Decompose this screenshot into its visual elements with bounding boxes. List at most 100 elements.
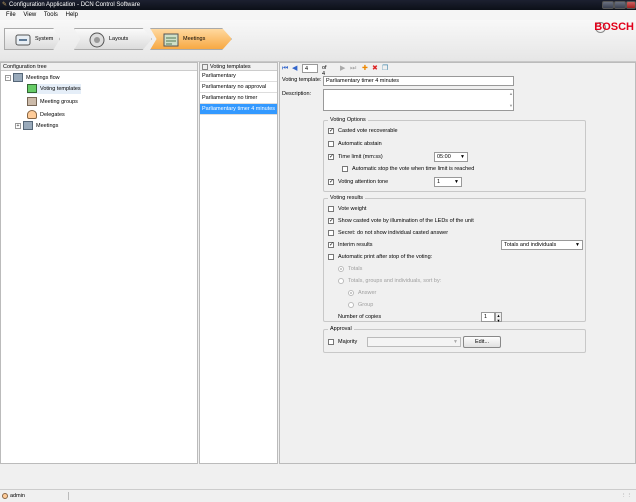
vote-weight-label: Vote weight (338, 206, 367, 212)
nav-meetings-label: Meetings (183, 36, 206, 42)
majority-dropdown[interactable]: ▼ (367, 337, 461, 347)
status-user: admin (10, 493, 25, 499)
first-record-icon[interactable]: ⏮ (282, 65, 288, 73)
voting-icon (27, 84, 37, 94)
menu-view[interactable]: View (23, 12, 36, 18)
menu-bar: File View Tools Help (0, 10, 636, 20)
group-radio-label: Group (358, 302, 374, 308)
voting-templates-panel: Voting templates Parliamentary Parliamen… (199, 62, 278, 464)
menu-file[interactable]: File (6, 12, 16, 18)
tree-item-meetings[interactable]: Meetings (23, 121, 58, 131)
answer-radio-label: Answer (358, 290, 377, 296)
attention-tone-checkbox[interactable]: ✓ (328, 179, 334, 185)
scroll-down-icon[interactable]: ▼ (509, 103, 513, 108)
secret-checkbox[interactable] (328, 230, 334, 236)
time-limit-value: 05:00 (437, 154, 451, 160)
configuration-tree-panel: Configuration tree − Meetings flow Votin… (0, 62, 198, 464)
totals-radio[interactable] (338, 266, 344, 272)
groups-radio[interactable] (338, 278, 344, 284)
interim-results-checkbox[interactable]: ✓ (328, 242, 334, 248)
template-details-panel: ⏮ ◀ 4 of 4 ▶ ⏭ ✚ ✖ ❐ Voting template: Pa… (279, 62, 636, 464)
menu-tools[interactable]: Tools (44, 12, 58, 18)
close-button[interactable] (626, 1, 636, 9)
tree-item-meeting-groups[interactable]: Meeting groups (27, 97, 78, 107)
nav-meetings-button[interactable]: Meetings (150, 28, 232, 50)
auto-stop-checkbox[interactable] (342, 166, 348, 172)
attention-tone-label: Voting attention tone (338, 179, 389, 185)
voting-template-input[interactable]: Parliamentary timer 4 minutes (323, 76, 514, 86)
meetings-icon (163, 33, 179, 47)
navigation-toolbar: System Layouts Meetings (0, 20, 636, 62)
voting-results-group: Voting results Vote weight ✓ Show casted… (323, 195, 586, 323)
title-bar: ✎ Configuration Application - DCN Contro… (0, 0, 636, 10)
copy-record-icon[interactable]: ❐ (382, 65, 388, 73)
list-item[interactable]: Parliamentary no timer (200, 93, 277, 104)
app-icon: ✎ (2, 2, 8, 8)
automatic-abstain-label: Automatic abstain (338, 141, 382, 147)
groups-radio-label: Totals, groups and individuals, sort by: (348, 278, 442, 284)
minimize-button[interactable] (602, 1, 614, 9)
next-record-icon[interactable]: ▶ (340, 65, 345, 73)
nav-system-label: System (35, 36, 54, 42)
tree-item-label: Delegates (40, 112, 65, 118)
delete-record-icon[interactable]: ✖ (372, 65, 378, 73)
tree-item-label: Voting templates (40, 86, 81, 92)
tree-item-delegates[interactable]: Delegates (27, 110, 65, 120)
group-radio[interactable] (348, 302, 354, 308)
brand-name: BOSCH (594, 21, 634, 33)
panel-pin-icon[interactable] (202, 63, 208, 70)
voting-templates-header: Voting templates (200, 63, 277, 71)
window-title: Configuration Application - DCN Control … (9, 2, 141, 8)
groups-icon (27, 97, 37, 107)
interim-results-value: Totals and individuals (504, 242, 557, 248)
tree-item-voting-templates[interactable]: Voting templates (27, 84, 81, 94)
edit-button[interactable]: Edit... (463, 336, 501, 348)
attention-tone-value: 1 (437, 179, 441, 185)
voting-templates-header-label: Voting templates (210, 64, 251, 70)
menu-help[interactable]: Help (66, 12, 78, 18)
list-item[interactable]: Parliamentary no approval (200, 82, 277, 93)
nav-system-button[interactable]: System (4, 28, 60, 50)
add-record-icon[interactable]: ✚ (362, 65, 368, 73)
chevron-down-icon: ▼ (575, 242, 580, 248)
folder-icon (13, 73, 23, 83)
auto-stop-label: Automatic stop the vote when time limit … (352, 166, 475, 172)
show-casted-label: Show casted vote by illumination of the … (338, 218, 474, 224)
collapse-icon[interactable]: − (5, 75, 11, 81)
last-record-icon[interactable]: ⏭ (350, 65, 356, 73)
scroll-up-icon[interactable]: ▲ (509, 91, 513, 96)
approval-group: Approval Majority ▼ Edit... (323, 326, 586, 353)
tree-item-label: Meeting groups (40, 99, 78, 105)
vote-weight-checkbox[interactable] (328, 206, 334, 212)
meetings-folder-icon (23, 121, 33, 131)
show-casted-checkbox[interactable]: ✓ (328, 218, 334, 224)
status-divider (68, 492, 69, 500)
majority-label: Majority (338, 339, 358, 345)
time-limit-checkbox[interactable]: ✓ (328, 154, 334, 160)
majority-checkbox[interactable] (328, 339, 334, 345)
attention-tone-dropdown[interactable]: 1 ▼ (434, 177, 462, 187)
list-item-selected[interactable]: Parliamentary timer 4 minutes (200, 104, 277, 115)
casted-vote-recoverable-label: Casted vote recoverable (338, 128, 398, 134)
automatic-abstain-checkbox[interactable] (328, 141, 334, 147)
maximize-button[interactable] (614, 1, 626, 9)
delegate-icon (27, 110, 37, 120)
copies-spinner-icon[interactable]: ▲ ▼ (495, 312, 502, 323)
status-bar: admin ⋮⋮ (0, 489, 636, 501)
time-limit-dropdown[interactable]: 05:00 ▼ (434, 152, 468, 162)
resize-grip-icon[interactable]: ⋮⋮ (621, 490, 632, 502)
chevron-down-icon: ▼ (453, 339, 458, 345)
expand-icon[interactable]: + (15, 123, 21, 129)
casted-vote-recoverable-checkbox[interactable]: ✓ (328, 128, 334, 134)
list-item[interactable]: Parliamentary (200, 71, 277, 82)
answer-radio[interactable] (348, 290, 354, 296)
tree-item-meetings-flow[interactable]: Meetings flow (13, 73, 60, 83)
number-of-copies-input[interactable]: 1 (481, 312, 495, 322)
description-input[interactable] (323, 89, 514, 111)
nav-layouts-button[interactable]: Layouts (74, 28, 152, 50)
interim-results-dropdown[interactable]: Totals and individuals ▼ (501, 240, 583, 250)
record-position-input[interactable]: 4 (302, 64, 318, 73)
voting-options-title: Voting Options (328, 117, 368, 123)
previous-record-icon[interactable]: ◀ (292, 65, 297, 73)
auto-print-checkbox[interactable] (328, 254, 334, 260)
